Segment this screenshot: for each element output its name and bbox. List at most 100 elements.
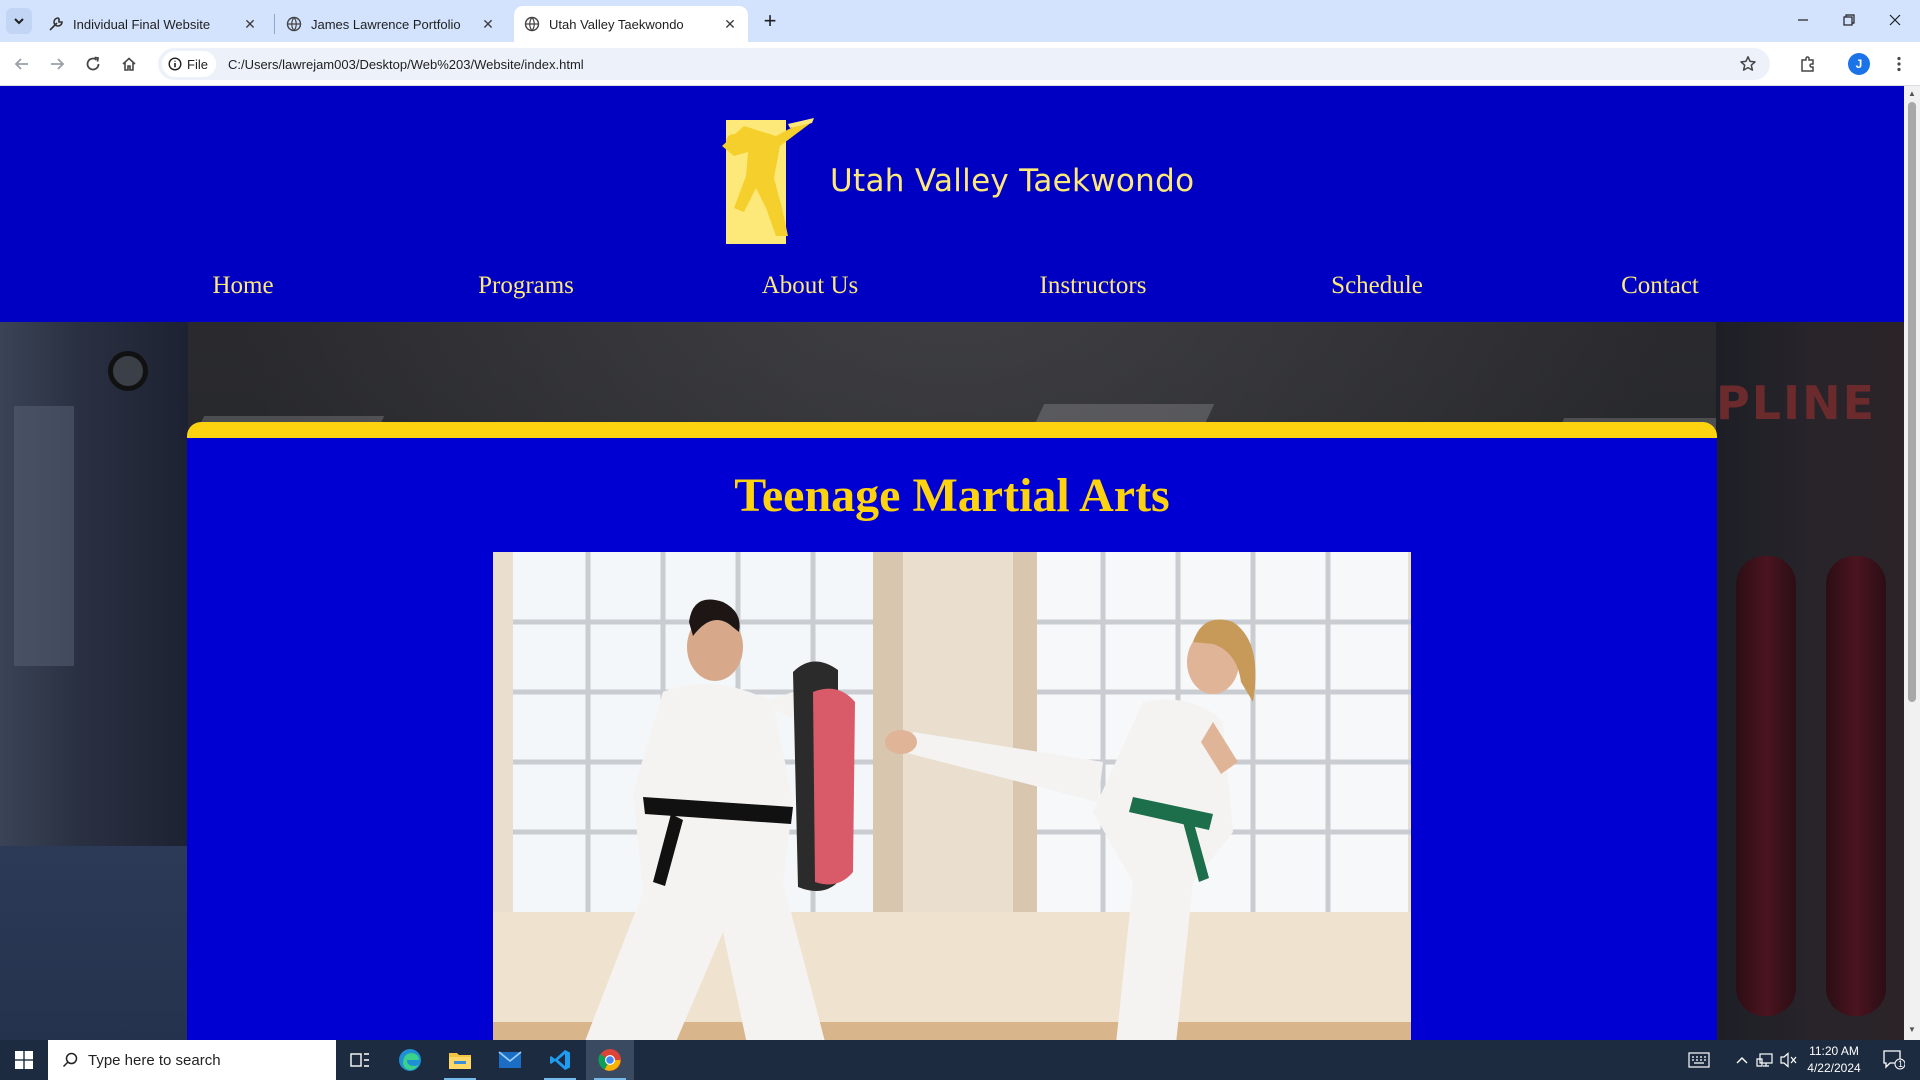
background-wall-text: PLINE bbox=[1716, 376, 1877, 430]
kicking-fighter-logo-icon bbox=[722, 118, 814, 244]
punching-bag bbox=[1826, 556, 1886, 1016]
home-icon bbox=[122, 57, 136, 71]
program-card: Teenage Martial Arts bbox=[187, 422, 1717, 1040]
clock-date: 4/22/2024 bbox=[1807, 1061, 1861, 1075]
tab-individual-final-website[interactable]: Individual Final Website ✕ bbox=[38, 6, 268, 42]
reload-button[interactable] bbox=[80, 51, 106, 77]
tab-utah-valley-taekwondo[interactable]: Utah Valley Taekwondo ✕ bbox=[514, 6, 748, 42]
restore-button[interactable] bbox=[1826, 0, 1872, 40]
sparring-illustration bbox=[493, 552, 1411, 1040]
arrow-left-icon bbox=[14, 58, 28, 70]
volume-button[interactable] bbox=[1778, 1040, 1800, 1080]
restore-icon bbox=[1843, 14, 1855, 26]
nav-link-programs[interactable]: Programs bbox=[478, 272, 574, 300]
notification-count: 1 bbox=[1898, 1059, 1904, 1069]
taskbar-search-box[interactable]: Type here to search bbox=[48, 1040, 336, 1080]
volume-muted-icon bbox=[1780, 1052, 1797, 1068]
tab-strip: Individual Final Website ✕ James Lawrenc… bbox=[0, 0, 1920, 42]
tab-title: Individual Final Website bbox=[73, 16, 211, 32]
card-accent-bar bbox=[187, 422, 1717, 438]
reload-icon bbox=[86, 56, 100, 71]
url-text[interactable]: C:/Users/lawrejam003/Desktop/Web%203/Web… bbox=[228, 57, 584, 72]
profile-avatar[interactable]: J bbox=[1848, 53, 1870, 75]
back-button[interactable] bbox=[9, 51, 35, 77]
tools-icon bbox=[49, 17, 63, 31]
nav-link-instructors[interactable]: Instructors bbox=[1040, 272, 1147, 300]
clock-time: 11:20 AM bbox=[1809, 1044, 1859, 1058]
background-window bbox=[14, 406, 74, 666]
minimize-button[interactable] bbox=[1780, 0, 1826, 40]
page-viewport: PLINE Utah Valley Taekwondo Home Program… bbox=[0, 86, 1904, 1040]
bookmark-button[interactable] bbox=[1736, 52, 1760, 76]
arrow-right-icon bbox=[51, 58, 65, 70]
wall-clock-icon bbox=[108, 351, 148, 391]
background-gym-left bbox=[0, 316, 188, 1040]
input-indicator[interactable] bbox=[1686, 1040, 1712, 1080]
edge-app-button[interactable] bbox=[386, 1040, 434, 1080]
tab-title: Utah Valley Taekwondo bbox=[549, 16, 684, 32]
task-view-button[interactable] bbox=[336, 1040, 384, 1080]
nav-link-home[interactable]: Home bbox=[212, 272, 273, 300]
close-icon[interactable]: ✕ bbox=[722, 16, 738, 32]
chevron-down-icon bbox=[14, 18, 24, 25]
home-button[interactable] bbox=[116, 51, 142, 77]
vscode-app-button[interactable] bbox=[536, 1040, 584, 1080]
site-info-chip[interactable]: File bbox=[162, 51, 216, 77]
close-window-button[interactable] bbox=[1872, 0, 1918, 40]
site-logo[interactable]: Utah Valley Taekwondo bbox=[718, 116, 1194, 246]
nav-link-contact[interactable]: Contact bbox=[1621, 272, 1699, 300]
search-placeholder: Type here to search bbox=[88, 1051, 221, 1069]
scroll-up-arrow-icon[interactable]: ▲ bbox=[1908, 90, 1916, 98]
kebab-menu-icon bbox=[1897, 56, 1901, 72]
page-scrollbar[interactable]: ▲ ▼ bbox=[1904, 86, 1920, 1040]
info-icon bbox=[168, 57, 182, 71]
scrollbar-thumb[interactable] bbox=[1908, 102, 1916, 702]
taekwondo-sparring-photo bbox=[493, 552, 1411, 1040]
section-title: Teenage Martial Arts bbox=[734, 469, 1170, 522]
background-floor bbox=[0, 846, 188, 1040]
tab-separator bbox=[274, 14, 275, 34]
globe-icon bbox=[286, 16, 302, 32]
nav-link-about-us[interactable]: About Us bbox=[762, 272, 859, 300]
scroll-down-arrow-icon[interactable]: ▼ bbox=[1908, 1026, 1916, 1034]
taskbar: Type here to search 11:20 AM 4/22/2024 1 bbox=[0, 1040, 1920, 1080]
tab-james-lawrence-portfolio[interactable]: James Lawrence Portfolio ✕ bbox=[276, 6, 506, 42]
show-hidden-icons-button[interactable] bbox=[1732, 1040, 1752, 1080]
keyboard-icon bbox=[1688, 1052, 1710, 1068]
minimize-icon bbox=[1798, 19, 1808, 21]
file-explorer-app-button[interactable] bbox=[436, 1040, 484, 1080]
windows-logo-icon bbox=[15, 1051, 33, 1069]
folder-icon bbox=[449, 1053, 471, 1069]
background-gym-right: PLINE bbox=[1716, 316, 1904, 1040]
vscode-icon bbox=[550, 1050, 570, 1070]
browser-menu-button[interactable] bbox=[1886, 51, 1912, 77]
close-icon[interactable]: ✕ bbox=[242, 16, 258, 32]
nav-link-schedule[interactable]: Schedule bbox=[1331, 272, 1423, 300]
ceiling-light bbox=[1035, 404, 1215, 422]
browser-toolbar: File C:/Users/lawrejam003/Desktop/Web%20… bbox=[0, 42, 1920, 86]
mail-app-button[interactable] bbox=[486, 1040, 534, 1080]
chevron-up-icon bbox=[1736, 1057, 1748, 1064]
mail-icon bbox=[498, 1051, 522, 1068]
task-view-icon bbox=[350, 1053, 369, 1067]
start-button[interactable] bbox=[0, 1040, 48, 1080]
tab-title: James Lawrence Portfolio bbox=[311, 16, 461, 32]
site-logo-text: Utah Valley Taekwondo bbox=[830, 163, 1195, 199]
punching-bag bbox=[1736, 556, 1796, 1016]
address-bar[interactable]: File C:/Users/lawrejam003/Desktop/Web%20… bbox=[158, 48, 1770, 80]
notification-center-button[interactable]: 1 bbox=[1874, 1040, 1914, 1080]
scheme-label: File bbox=[187, 56, 208, 72]
edge-icon bbox=[399, 1049, 421, 1071]
taskbar-clock[interactable]: 11:20 AM 4/22/2024 bbox=[1800, 1043, 1868, 1077]
extensions-button[interactable] bbox=[1795, 51, 1821, 77]
new-tab-button[interactable]: + bbox=[756, 8, 784, 36]
forward-button[interactable] bbox=[44, 51, 70, 77]
search-icon bbox=[62, 1052, 78, 1068]
puzzle-icon bbox=[1801, 56, 1814, 72]
chrome-app-button[interactable] bbox=[586, 1040, 634, 1080]
tab-search-button[interactable] bbox=[6, 8, 32, 34]
network-button[interactable] bbox=[1754, 1040, 1776, 1080]
network-icon bbox=[1756, 1053, 1773, 1067]
close-icon[interactable]: ✕ bbox=[480, 16, 496, 32]
site-header: Utah Valley Taekwondo Home Programs Abou… bbox=[0, 86, 1904, 322]
